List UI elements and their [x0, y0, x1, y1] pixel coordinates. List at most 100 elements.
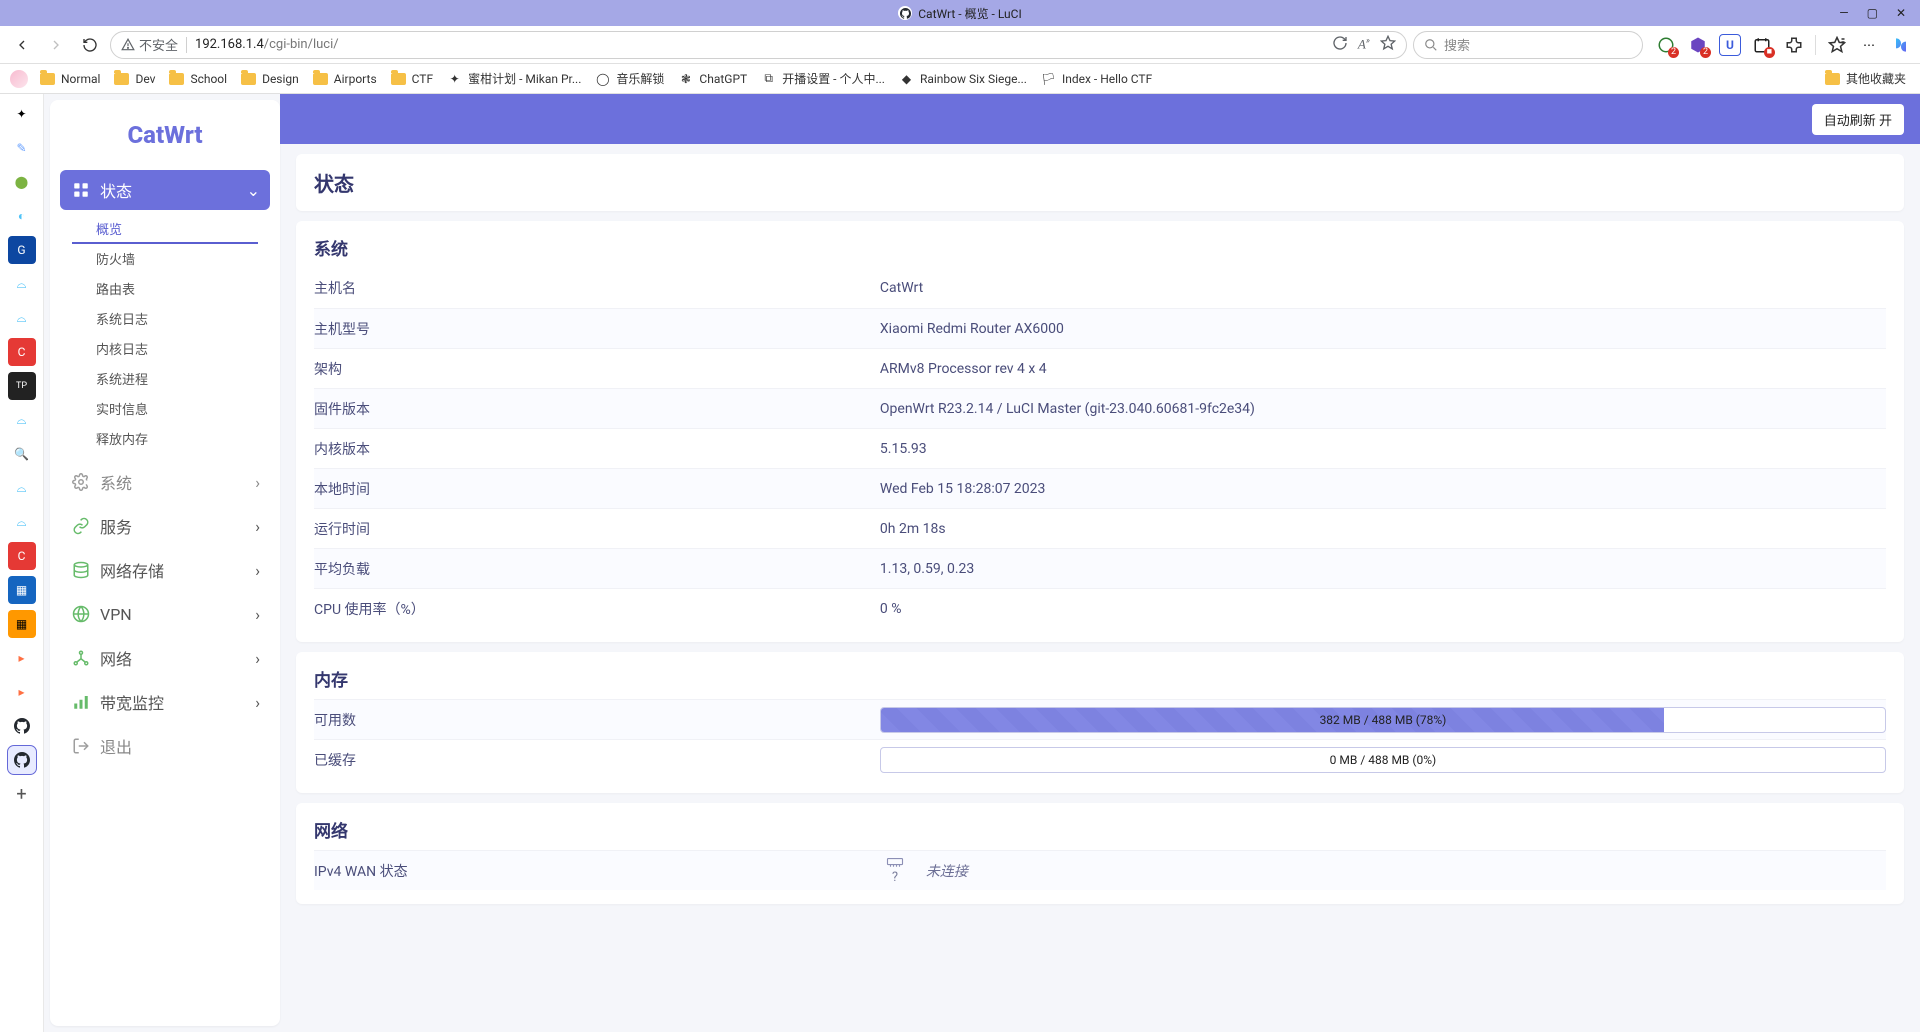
net-icon	[72, 649, 90, 667]
ext-icon-2[interactable]: 2	[1687, 34, 1709, 56]
address-bar[interactable]: 不安全 192.168.1.4/cgi-bin/luci/ A»	[110, 31, 1407, 59]
vtab-3[interactable]: ⬤	[8, 168, 36, 196]
system-value: 0h 2m 18s	[880, 521, 1886, 537]
system-value: Xiaomi Redmi Router AX6000	[880, 321, 1886, 337]
window-maximize[interactable]: ▢	[1867, 6, 1878, 20]
ext-icon-1[interactable]: 2	[1655, 34, 1677, 56]
system-value: ARMv8 Processor rev 4 x 4	[880, 361, 1886, 377]
signal-icon	[72, 693, 90, 711]
forward-button[interactable]	[42, 31, 70, 59]
menu-icon[interactable]: ⋯	[1858, 34, 1880, 56]
vtab-15[interactable]: ▦	[8, 576, 36, 604]
subnav-item-4[interactable]: 内核日志	[72, 334, 258, 364]
ext-icon-4[interactable]: ■	[1751, 34, 1773, 56]
search-placeholder: 搜索	[1444, 35, 1470, 54]
window-close[interactable]: ✕	[1896, 6, 1906, 20]
bookmark-item-9[interactable]: ⧉开播设置 - 个人中...	[755, 67, 891, 90]
vtab-12[interactable]: ⌓	[8, 474, 36, 502]
vtab-17[interactable]: ▸	[8, 644, 36, 672]
window-title: CatWrt - 概览 - LuCI	[918, 5, 1022, 22]
profile-avatar[interactable]	[8, 65, 30, 93]
bookmark-item-7[interactable]: ◯音乐解锁	[589, 67, 670, 90]
memory-title: 内存	[314, 666, 1886, 691]
memory-available-row: 可用数 382 MB / 488 MB (78%)	[314, 699, 1886, 739]
bookmark-item-10[interactable]: ◆Rainbow Six Siege...	[893, 68, 1033, 89]
vtab-18[interactable]: ▸	[8, 678, 36, 706]
subnav-item-3[interactable]: 系统日志	[72, 304, 258, 334]
vtab-14[interactable]: C	[8, 542, 36, 570]
vtab-1[interactable]: ✦	[8, 100, 36, 128]
subnav-item-5[interactable]: 系统进程	[72, 364, 258, 394]
subnav-item-6[interactable]: 实时信息	[72, 394, 258, 424]
copilot-icon[interactable]	[1890, 34, 1912, 56]
vtab-5[interactable]: G	[8, 236, 36, 264]
vtab-4[interactable]: ◐	[8, 202, 36, 230]
favorite-icon[interactable]	[1380, 35, 1396, 55]
bookmark-label: CTF	[412, 72, 433, 86]
bookmark-item-1[interactable]: Dev	[108, 69, 161, 89]
sidebar-item-label: 服务	[100, 514, 132, 538]
bookmark-favicon: ⧉	[761, 71, 776, 86]
extensions-icon[interactable]	[1783, 34, 1805, 56]
reader-icon[interactable]: A»	[1358, 36, 1370, 52]
wan-question: ?	[892, 870, 898, 885]
sidebar-item-0[interactable]: 状态⌄	[60, 170, 270, 210]
vtab-16[interactable]: ▦	[8, 610, 36, 638]
sidebar-item-label: 带宽监控	[100, 690, 164, 714]
page-title-panel: 状态	[296, 154, 1904, 211]
system-key: 本地时间	[314, 479, 880, 499]
vtab-add[interactable]: +	[8, 780, 36, 808]
subnav-item-1[interactable]: 防火墙	[72, 244, 258, 274]
memory-cached-bar: 0 MB / 488 MB (0%)	[880, 747, 1886, 773]
subnav-item-0[interactable]: 概览	[72, 214, 258, 244]
vtab-19[interactable]	[8, 712, 36, 740]
bookmark-item-8[interactable]: ❃ChatGPT	[672, 68, 753, 89]
sidebar-item-2[interactable]: 服务›	[60, 506, 270, 546]
logo[interactable]: CatWrt	[50, 100, 280, 170]
browser-search[interactable]: 搜索	[1413, 31, 1643, 59]
bookmark-item-4[interactable]: Airports	[307, 69, 383, 89]
folder-icon	[313, 73, 328, 85]
sidebar-item-3[interactable]: 网络存储›	[60, 550, 270, 590]
sidebar-item-1[interactable]: 系统›	[60, 462, 270, 502]
bookmark-overflow[interactable]: 其他收藏夹	[1819, 67, 1912, 90]
vtab-7[interactable]: ⌓	[8, 304, 36, 332]
bookmark-item-2[interactable]: School	[163, 69, 233, 89]
sidebar-item-5[interactable]: 网络›	[60, 638, 270, 678]
back-button[interactable]	[8, 31, 36, 59]
page-title: 状态	[314, 168, 1886, 197]
chevron-icon: ›	[255, 473, 260, 492]
subnav-item-7[interactable]: 释放内存	[72, 424, 258, 454]
vtab-10[interactable]: ⌓	[8, 406, 36, 434]
favorites-menu-icon[interactable]	[1826, 34, 1848, 56]
sidebar-item-6[interactable]: 带宽监控 ›	[60, 682, 270, 722]
reload-button[interactable]	[76, 31, 104, 59]
sidebar-item-4[interactable]: VPN›	[60, 594, 270, 634]
vtab-9[interactable]: TP	[8, 372, 36, 400]
vtab-2[interactable]: ✎	[8, 134, 36, 162]
sync-icon[interactable]	[1332, 35, 1348, 55]
bookmarks-bar: NormalDevSchoolDesignAirports CTF ✦蜜柑计划 - …	[0, 64, 1920, 94]
top-strip: 自动刷新 开	[280, 94, 1920, 144]
bookmark-item-6[interactable]: ✦蜜柑计划 - Mikan Pr...	[441, 67, 587, 90]
bookmark-item-5[interactable]: CTF	[385, 69, 439, 89]
vtab-8[interactable]: C	[8, 338, 36, 366]
vtab-13[interactable]: ⌓	[8, 508, 36, 536]
system-row-8: CPU 使用率（%）0 %	[314, 588, 1886, 628]
sidebar-item-7[interactable]: 退出	[60, 726, 270, 766]
vtab-current[interactable]	[8, 746, 36, 774]
logout-icon	[72, 737, 90, 755]
subnav-item-2[interactable]: 路由表	[72, 274, 258, 304]
bookmark-item-11[interactable]: 🏳Index - Hello CTF	[1035, 68, 1158, 89]
bookmark-label: Rainbow Six Siege...	[920, 72, 1027, 86]
vtab-11[interactable]: 🔍	[8, 440, 36, 468]
bookmark-item-0[interactable]: Normal	[34, 69, 106, 89]
bookmark-item-3[interactable]: Design	[235, 69, 305, 89]
window-minimize[interactable]: —	[1839, 6, 1848, 20]
vtab-6[interactable]: ⌓	[8, 270, 36, 298]
auto-refresh-button[interactable]: 自动刷新 开	[1812, 104, 1904, 135]
system-key: 固件版本	[314, 399, 880, 419]
ext-icon-3[interactable]: U	[1719, 34, 1741, 56]
sidebar-item-label: 状态	[100, 178, 132, 202]
chevron-icon: ›	[255, 693, 260, 712]
